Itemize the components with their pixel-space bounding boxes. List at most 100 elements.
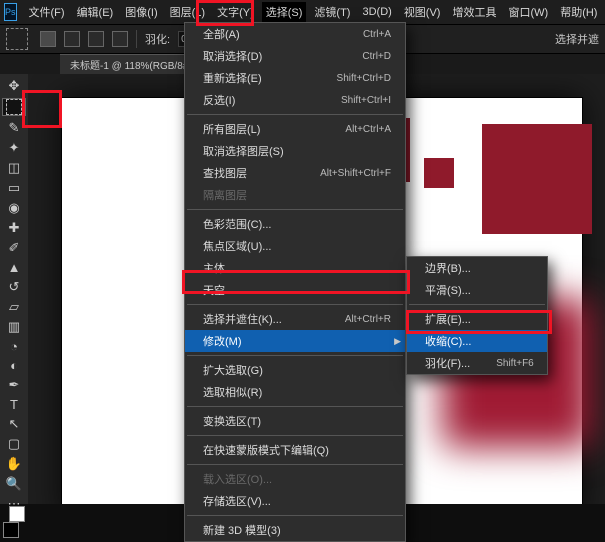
type-tool[interactable]: T [3,397,25,412]
menu-item-shortcut: Ctrl+A [363,29,391,40]
crop-tool[interactable]: ◫ [3,160,25,176]
select-menu-item-0[interactable]: 全部(A)Ctrl+A [185,23,405,45]
modify-submenu-item-3[interactable]: 扩展(E)... [407,308,547,330]
wand-tool[interactable]: ✦ [3,140,25,156]
eyedrop-tool[interactable]: ◉ [3,200,25,216]
sel-mode-add[interactable] [64,31,80,47]
shape-tool[interactable]: ▢ [3,436,25,452]
shape-2 [424,158,454,188]
menu-file[interactable]: 文件(F) [25,2,69,22]
menu-item-label: 载入选区(O)... [203,471,272,487]
select-menu-item-1[interactable]: 取消选择(D) Ctrl+D [185,45,405,67]
menu-select[interactable]: 选择(S) [262,2,307,22]
menu-item-label: 取消选择图层(S) [203,143,284,159]
eraser-tool[interactable]: ▱ [3,299,25,315]
stamp-tool[interactable]: ▲ [3,260,25,275]
select-menu-item-2[interactable]: 重新选择(E) Shift+Ctrl+D [185,67,405,89]
sel-mode-new[interactable] [40,31,56,47]
select-menu-item-21[interactable]: 变换选区(T) [185,410,405,432]
select-menu-item-28[interactable]: 新建 3D 模型(3) [185,519,405,541]
menu-plugins[interactable]: 增效工具 [448,2,500,22]
menu-item-label: 查找图层 [203,165,247,181]
select-menu-item-15[interactable]: 选择并遮住(K)...Alt+Ctrl+R [185,308,405,330]
select-menu-item-19[interactable]: 选取相似(R) [185,381,405,403]
separator [136,30,137,48]
modify-submenu-item-4[interactable]: 收缩(C)... [407,330,547,352]
select-menu[interactable]: 全部(A)Ctrl+A 取消选择(D) Ctrl+D 重新选择(E) Shift+Ctr… [184,22,406,542]
menu-item-label: 存储选区(V)... [203,493,271,509]
menu-filter[interactable]: 滤镜(T) [310,2,354,22]
menu-item-shortcut: Ctrl+D [362,51,391,62]
menu-item-label: 取消选择(D) [203,48,262,64]
menu-item-label: 重新选择(E) [203,70,262,86]
select-menu-item-10[interactable]: 色彩范围(C)... [185,213,405,235]
sel-mode-sub[interactable] [88,31,104,47]
select-menu-item-11[interactable]: 焦点区域(U)... [185,235,405,257]
app-logo: Ps [4,3,17,21]
modify-submenu-item-1[interactable]: 平滑(S)... [407,279,547,301]
menu-image[interactable]: 图像(I) [121,2,161,22]
modify-submenu-item-0[interactable]: 边界(B)... [407,257,547,279]
menu-item-label: 边界(B)... [425,260,471,276]
menu-window[interactable]: 窗口(W) [504,2,552,22]
select-menu-item-6[interactable]: 取消选择图层(S) [185,140,405,162]
select-and-mask-button[interactable]: 选择并遮 [555,31,599,47]
menu-item-label: 在快速蒙版模式下编辑(Q) [203,442,329,458]
brush-tool[interactable]: ✐ [3,240,25,256]
menu-item-label: 扩大选取(G) [203,362,263,378]
menu-item-label: 色彩范围(C)... [203,216,271,232]
menu-item-label: 所有图层(L) [203,121,260,137]
hand-tool[interactable]: ✋ [3,456,25,472]
menu-item-label: 收缩(C)... [425,333,471,349]
document-title: 未标题-1 @ 118%(RGB/8#) [70,61,192,72]
modify-submenu[interactable]: 边界(B)... 平滑(S)... 扩展(E)... 收缩(C)... 羽化(F)...… [406,256,548,375]
menu-help[interactable]: 帮助(H) [556,2,601,22]
path-tool[interactable]: ↖ [3,416,25,432]
bg-color[interactable] [9,506,25,522]
zoom-tool[interactable]: 🔍 [3,476,25,492]
gradient-tool[interactable]: ▥ [3,319,25,335]
select-menu-item-25: 载入选区(O)... [185,468,405,490]
blur-tool[interactable]: ◔ [3,339,25,354]
select-menu-item-3[interactable]: 反选(I)Shift+Ctrl+I [185,89,405,111]
menu-item-shortcut: Shift+Ctrl+I [341,95,391,106]
select-menu-item-13[interactable]: 天空 [185,279,405,301]
move-tool[interactable]: ✥ [3,78,25,94]
lasso-tool[interactable]: ✎ [3,120,25,136]
menu-edit[interactable]: 编辑(E) [73,2,118,22]
menu-item-label: 修改(M) [203,333,242,349]
fg-color[interactable] [3,522,19,538]
menu-item-label: 选取相似(R) [203,384,262,400]
toolbox: ✥ ✎ ✦ ◫ ▭ ◉ ✚ ✐ ▲ ↺ ▱ ▥ ◔ ◐ ✒ T ↖ ▢ ✋ 🔍 … [0,74,28,504]
heal-tool[interactable]: ✚ [3,220,25,236]
select-menu-item-8: 隔离图层 [185,184,405,206]
menu-view[interactable]: 视图(V) [400,2,445,22]
select-menu-item-7[interactable]: 查找图层Alt+Shift+Ctrl+F [185,162,405,184]
frame-tool[interactable]: ▭ [3,180,25,196]
dodge-tool[interactable]: ◐ [3,358,25,373]
select-menu-item-16[interactable]: 修改(M)▶ [185,330,405,352]
menu-type[interactable]: 文字(Y) [213,2,258,22]
menu-item-label: 选择并遮住(K)... [203,311,282,327]
menu-item-label: 焦点区域(U)... [203,238,271,254]
tool-preset-icon[interactable] [6,28,28,50]
menu-item-label: 天空 [203,282,225,298]
select-menu-item-12[interactable]: 主体 [185,257,405,279]
select-menu-item-23[interactable]: 在快速蒙版模式下编辑(Q) [185,439,405,461]
menu-item-shortcut: Alt+Ctrl+A [345,124,391,135]
select-menu-item-5[interactable]: 所有图层(L) Alt+Ctrl+A [185,118,405,140]
pen-tool[interactable]: ✒ [3,377,25,393]
select-menu-item-18[interactable]: 扩大选取(G) [185,359,405,381]
select-menu-item-26[interactable]: 存储选区(V)... [185,490,405,512]
menu-item-shortcut: Shift+Ctrl+D [337,73,391,84]
shape-3 [482,124,592,234]
history-tool[interactable]: ↺ [3,279,25,295]
menu-layer[interactable]: 图层(L) [166,2,209,22]
menu-3d[interactable]: 3D(D) [358,4,395,20]
marquee-tool[interactable] [2,98,26,116]
menu-item-label: 变换选区(T) [203,413,261,429]
sel-mode-int[interactable] [112,31,128,47]
modify-submenu-item-5[interactable]: 羽化(F)...Shift+F6 [407,352,547,374]
menu-item-label: 新建 3D 模型(3) [203,522,281,538]
marquee-icon [6,99,22,115]
